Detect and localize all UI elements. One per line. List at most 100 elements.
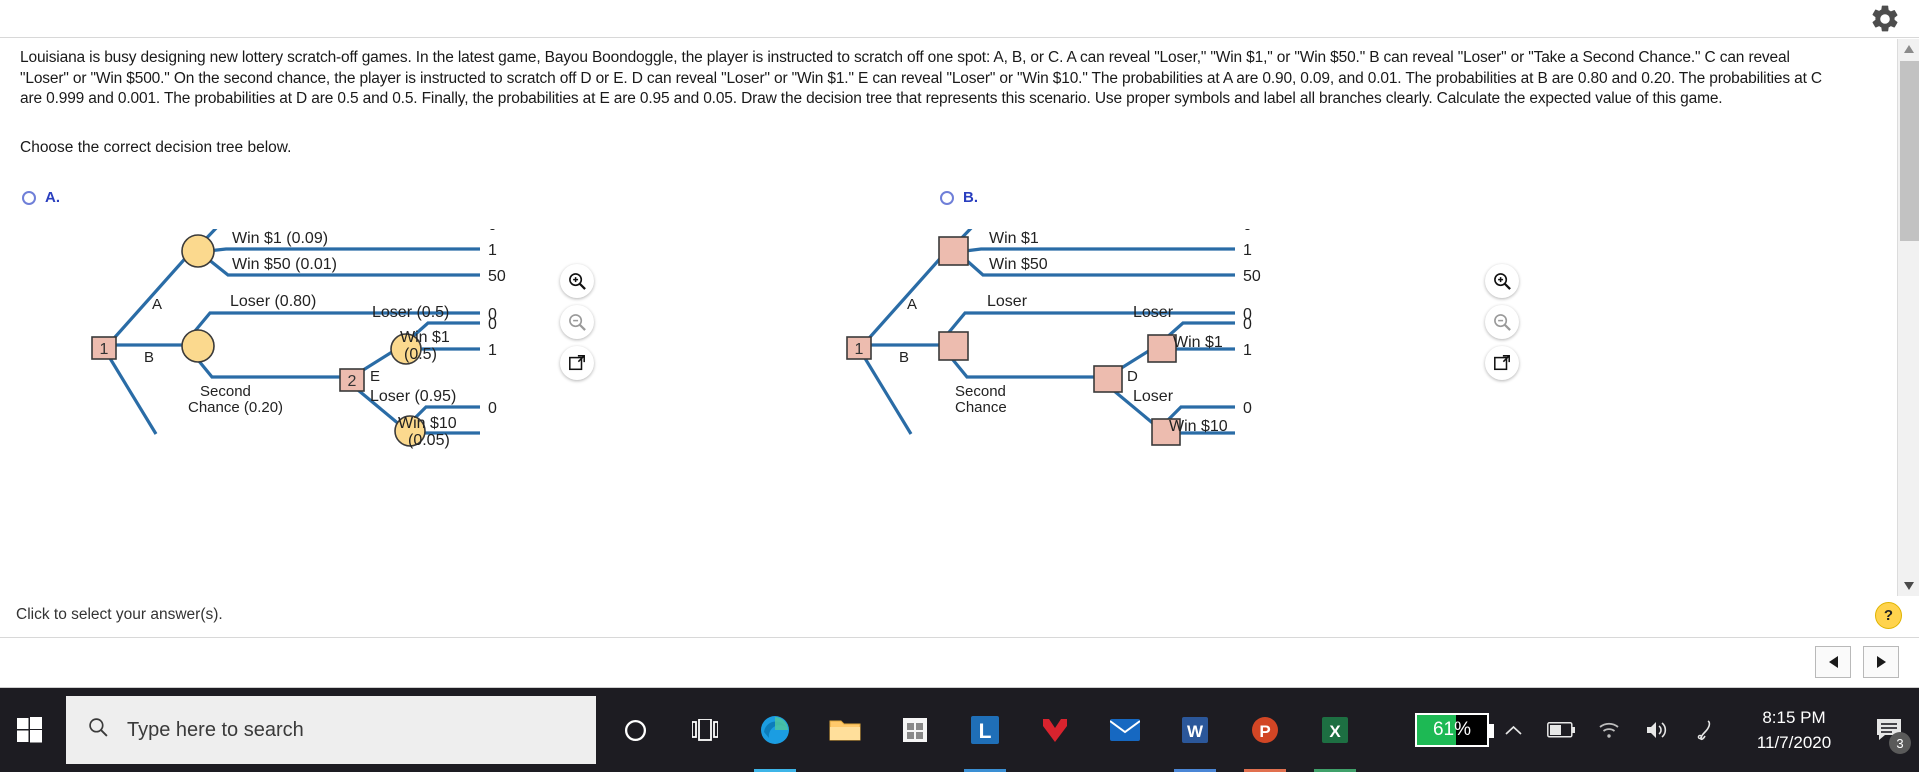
notification-count: 3 bbox=[1889, 732, 1911, 754]
zoom-in-icon[interactable] bbox=[1485, 264, 1519, 298]
tree-a-branch-second-chance: Second Chance (0.20) bbox=[188, 383, 283, 416]
clock[interactable]: 8:15 PM 11/7/2020 bbox=[1729, 688, 1859, 772]
clock-time: 8:15 PM bbox=[1762, 708, 1826, 727]
choice-a-header[interactable]: A. bbox=[22, 189, 60, 206]
edge-browser-icon[interactable] bbox=[740, 688, 810, 772]
tree-b-payoff-4: 0 bbox=[1243, 316, 1252, 333]
excel-icon[interactable]: X bbox=[1300, 688, 1370, 772]
decision-tree-b[interactable]: 1 A B D Second Chance Loser Win $1 Win $… bbox=[815, 229, 1375, 499]
svg-text:W: W bbox=[1187, 722, 1204, 741]
word-icon[interactable]: W bbox=[1160, 688, 1230, 772]
store-icon[interactable] bbox=[880, 688, 950, 772]
tree-b-label-3: Loser bbox=[987, 293, 1028, 310]
zoom-in-icon[interactable] bbox=[560, 264, 594, 298]
search-input[interactable]: Type here to search bbox=[66, 696, 596, 764]
mcafee-icon[interactable] bbox=[1020, 688, 1090, 772]
windows-taskbar: Type here to search L W P X 61% 8:15 PM … bbox=[0, 688, 1919, 772]
tree-a-branch-a: A bbox=[152, 296, 162, 313]
system-tray: 61% 8:15 PM 11/7/2020 3 bbox=[1415, 688, 1919, 772]
powerpoint-icon[interactable]: P bbox=[1230, 688, 1300, 772]
previous-button[interactable] bbox=[1815, 646, 1851, 678]
tree-a-payoff-0: 0 bbox=[488, 229, 497, 234]
tree-a-label-4: Loser (0.5) bbox=[372, 304, 449, 321]
expand-icon[interactable] bbox=[1485, 346, 1519, 380]
tree-a-label-2: Win $50 (0.01) bbox=[232, 256, 337, 273]
tree-b-label-5: Win $1 bbox=[1173, 334, 1223, 351]
svg-text:L: L bbox=[979, 720, 992, 743]
battery-percent-label: 61% bbox=[1432, 719, 1472, 740]
choice-a-label: A. bbox=[45, 189, 60, 206]
help-button[interactable]: ? bbox=[1875, 602, 1902, 629]
tree-b-zoom-controls[interactable] bbox=[1485, 264, 1525, 387]
tree-b-label-1: Win $1 bbox=[989, 230, 1039, 247]
tree-b-payoff-2: 50 bbox=[1243, 268, 1261, 285]
tree-b-branch-b: B bbox=[899, 349, 909, 366]
action-center-icon[interactable]: 3 bbox=[1859, 688, 1919, 772]
tree-a-label-3: Loser (0.80) bbox=[230, 293, 316, 310]
cortana-icon[interactable] bbox=[600, 688, 670, 772]
tree-a-payoff-6: 0 bbox=[488, 400, 497, 417]
zoom-out-icon[interactable] bbox=[1485, 305, 1519, 339]
question-text: Louisiana is busy designing new lottery … bbox=[20, 49, 1822, 107]
decision-tree-a[interactable]: 1 2 A B E Second Chance (0.20) Loser (0.… bbox=[60, 229, 620, 499]
tree-a-payoff-5: 1 bbox=[488, 342, 497, 359]
show-hidden-icons-chevron[interactable] bbox=[1489, 688, 1537, 772]
windows-start-icon[interactable] bbox=[0, 688, 59, 772]
answer-footer: Click to select your answer(s). ? bbox=[0, 596, 1919, 638]
clock-date: 11/7/2020 bbox=[1756, 733, 1832, 752]
svg-text:P: P bbox=[1259, 722, 1270, 741]
battery-nub bbox=[1489, 724, 1494, 738]
tree-b-node-a bbox=[938, 236, 969, 266]
taskbar-pinned-apps: L W P X bbox=[600, 688, 1370, 772]
tree-a-label-5: Win $1 (0.5) bbox=[400, 329, 450, 363]
tree-b-payoff-6: 0 bbox=[1243, 400, 1252, 417]
tree-b-branch-d: D bbox=[1127, 368, 1138, 385]
tree-b-payoff-5: 1 bbox=[1243, 342, 1252, 359]
tree-a-branch-e: E bbox=[370, 368, 380, 385]
top-settings-bar bbox=[0, 0, 1919, 38]
radio-choice-b[interactable] bbox=[940, 190, 954, 205]
tree-b-branch-a: A bbox=[907, 296, 917, 313]
tree-b-node-b bbox=[938, 331, 969, 361]
mail-icon[interactable] bbox=[1090, 688, 1160, 772]
battery-percent-badge[interactable]: 61% bbox=[1415, 713, 1494, 747]
tree-a-node-2-label: 2 bbox=[348, 373, 357, 390]
file-explorer-icon[interactable] bbox=[810, 688, 880, 772]
navigation-bar bbox=[0, 638, 1919, 688]
search-icon bbox=[88, 717, 109, 743]
question-scrollbar[interactable] bbox=[1897, 39, 1919, 596]
selection-hint: Click to select your answer(s). bbox=[16, 606, 223, 623]
tree-a-branch-b: B bbox=[144, 349, 154, 366]
tree-b-node-d bbox=[1147, 334, 1177, 363]
tree-a-label-6: Loser (0.95) bbox=[370, 388, 456, 405]
task-view-icon[interactable] bbox=[670, 688, 740, 772]
tree-a-payoff-2: 50 bbox=[488, 268, 506, 285]
tree-a-label-1: Win $1 (0.09) bbox=[232, 230, 328, 247]
expand-icon[interactable] bbox=[560, 346, 594, 380]
tree-a-zoom-controls[interactable] bbox=[560, 264, 600, 387]
volume-icon[interactable] bbox=[1633, 688, 1681, 772]
choice-b-header[interactable]: B. bbox=[940, 189, 978, 206]
tree-b-branch-second-chance: Second Chance bbox=[955, 383, 1010, 416]
svg-text:X: X bbox=[1329, 722, 1341, 741]
scroll-down-arrow[interactable] bbox=[1898, 576, 1919, 596]
next-button[interactable] bbox=[1863, 646, 1899, 678]
tree-b-node-second bbox=[1093, 365, 1123, 393]
zoom-out-icon[interactable] bbox=[560, 305, 594, 339]
tree-b-root-label: 1 bbox=[855, 341, 864, 358]
scrollbar-thumb[interactable] bbox=[1900, 61, 1919, 241]
lockdown-browser-icon[interactable]: L bbox=[950, 688, 1020, 772]
gear-icon[interactable] bbox=[1869, 3, 1901, 35]
battery-icon[interactable] bbox=[1537, 688, 1585, 772]
tree-b-payoff-1: 1 bbox=[1243, 242, 1252, 259]
question-prompt: Choose the correct decision tree below. bbox=[20, 139, 292, 156]
search-placeholder-text: Type here to search bbox=[127, 718, 304, 741]
pen-icon[interactable] bbox=[1681, 688, 1729, 772]
question-body: Louisiana is busy designing new lottery … bbox=[0, 39, 1897, 596]
tree-b-label-2: Win $50 bbox=[989, 256, 1048, 273]
scroll-up-arrow[interactable] bbox=[1898, 39, 1919, 59]
radio-choice-a[interactable] bbox=[22, 190, 36, 205]
wifi-icon[interactable] bbox=[1585, 688, 1633, 772]
tree-a-payoff-4: 0 bbox=[488, 316, 497, 333]
tree-a-chance-node-b bbox=[181, 329, 215, 363]
